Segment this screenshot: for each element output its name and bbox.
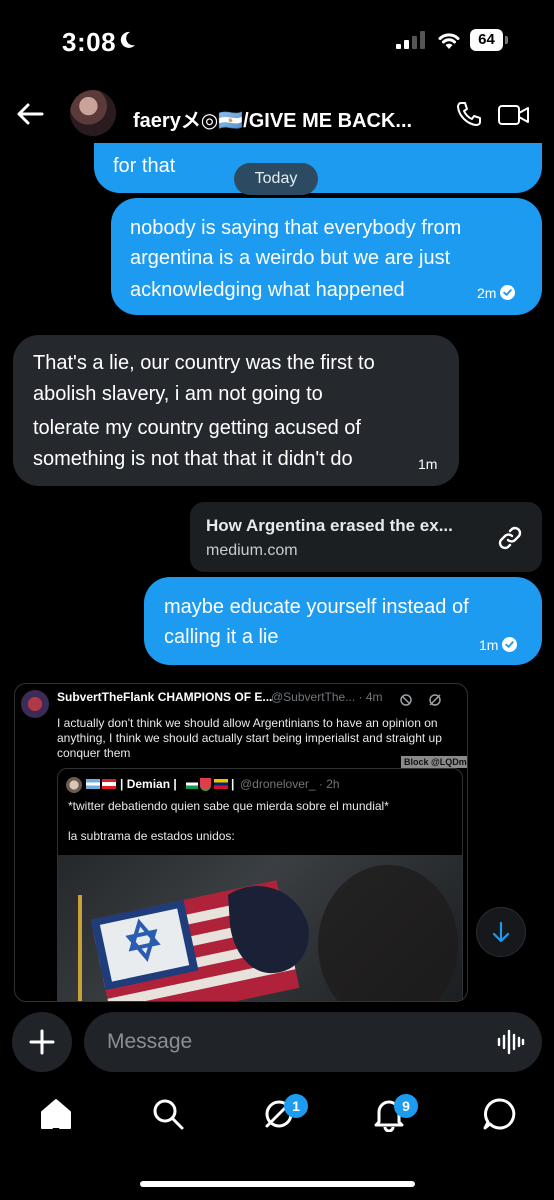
message-text: for that xyxy=(113,155,176,177)
message-line: tolerate my country getting acused of xyxy=(33,417,361,439)
signal-icon xyxy=(396,31,425,49)
messages-icon[interactable] xyxy=(482,1096,518,1132)
quote-author-name: | Demian | xyxy=(120,777,177,791)
timestamp-text: 1m xyxy=(479,637,499,653)
outgoing-message-partial[interactable]: for that xyxy=(94,143,542,193)
battery-tip xyxy=(505,36,508,44)
quote-media-image xyxy=(58,855,462,1001)
check-icon xyxy=(500,285,516,300)
refresh-icon xyxy=(429,694,441,706)
link-domain: medium.com xyxy=(206,542,298,559)
link-icon xyxy=(498,526,522,550)
link-preview-card[interactable]: How Argentina erased the ex... medium.co… xyxy=(190,502,542,572)
check-icon xyxy=(502,637,518,652)
phone-icon[interactable] xyxy=(455,100,483,128)
message-line: argentina is a weirdo but we are just xyxy=(130,247,451,269)
block-icon xyxy=(400,694,412,706)
tweet-author-avatar xyxy=(21,690,49,718)
video-icon[interactable] xyxy=(497,102,531,128)
quote-author-avatar xyxy=(66,777,82,793)
message-line: nobody is saying that everybody from xyxy=(130,217,462,239)
embedded-tweet-image[interactable]: SubvertTheFlank CHAMPIONS OF E... @Subve… xyxy=(14,683,468,1002)
message-input[interactable] xyxy=(84,1012,542,1072)
outgoing-message[interactable]: nobody is saying that everybody from arg… xyxy=(111,198,542,315)
watermelon-icon xyxy=(200,778,211,791)
quote-author-handle: @dronelover_ · 2h xyxy=(240,777,340,791)
flag-photo-illustration xyxy=(78,865,458,1001)
moon-icon xyxy=(120,31,135,48)
palestine-flag-icon xyxy=(186,779,198,789)
outgoing-message[interactable]: maybe educate yourself instead of callin… xyxy=(144,577,542,665)
message-line: abolish slavery, i am not going to xyxy=(33,383,323,405)
venezuela-flag-icon xyxy=(214,779,228,789)
lebanon-flag-icon xyxy=(102,779,116,789)
scroll-to-bottom-button[interactable] xyxy=(476,907,526,957)
message-line: something is not that that it didn't do xyxy=(33,448,353,470)
quote-text: *twitter debatiendo quien sabe que mierd… xyxy=(68,799,389,813)
plus-icon xyxy=(29,1029,55,1055)
date-divider: Today xyxy=(234,163,318,195)
message-timestamp: 1m xyxy=(479,636,518,654)
argentina-flag-icon xyxy=(86,779,100,789)
contact-name[interactable]: faeryメ◎🇦🇷/GIVE ME BACK... xyxy=(133,104,412,133)
add-attachment-button[interactable] xyxy=(12,1012,72,1072)
back-arrow-icon[interactable] xyxy=(14,98,46,130)
message-line: calling it a lie xyxy=(164,626,279,648)
message-timestamp: 2m xyxy=(477,284,516,302)
voice-message-icon[interactable] xyxy=(496,1027,526,1057)
incoming-message[interactable]: That's a lie, our country was the first … xyxy=(13,335,459,486)
battery-level: 64 xyxy=(470,29,503,51)
tweet-author-name: SubvertTheFlank CHAMPIONS OF E... xyxy=(57,690,273,704)
message-line: maybe educate yourself instead of xyxy=(164,596,469,618)
timestamp-text: 2m xyxy=(477,285,497,301)
search-icon[interactable] xyxy=(150,1096,186,1132)
quote-text: la subtrama de estados unidos: xyxy=(68,829,235,843)
communities-badge: 1 xyxy=(284,1094,308,1118)
quote-separator: | xyxy=(231,777,235,791)
message-timestamp: 1m xyxy=(418,456,438,472)
contact-avatar[interactable] xyxy=(70,90,116,136)
battery-indicator: 64 xyxy=(470,29,510,51)
home-icon[interactable] xyxy=(38,1096,74,1132)
quoted-tweet: | Demian | | @dronelover_ · 2h *twitter … xyxy=(57,768,463,1001)
tweet-author-handle: @SubvertThe... · 4m xyxy=(271,690,383,704)
notifications-badge: 9 xyxy=(394,1094,418,1118)
status-time: 3:08 xyxy=(62,27,117,57)
message-line: acknowledging what happened xyxy=(130,279,405,301)
block-tag: Block @LQDman xyxy=(401,756,467,768)
message-line: That's a lie, our country was the first … xyxy=(33,352,375,374)
tweet-text: I actually don't think we should allow A… xyxy=(57,716,442,760)
arrow-down-icon xyxy=(492,921,510,943)
home-indicator xyxy=(140,1181,415,1187)
wifi-icon xyxy=(438,33,460,49)
link-title: How Argentina erased the ex... xyxy=(206,516,453,535)
